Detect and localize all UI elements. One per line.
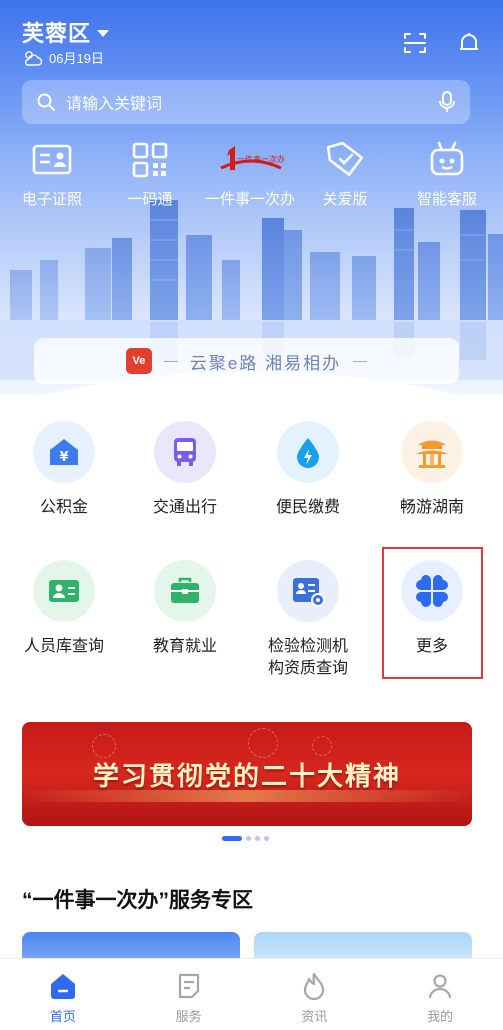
promo-banner[interactable]: 学习贯彻党的二十大精神	[22, 722, 472, 826]
hero-header: 芙蓉区 06月19日 请输入关键词 电子证照 一码通 一件事一次办 一件事一次办…	[0, 0, 503, 395]
flame-icon	[304, 972, 325, 1001]
bottom-tab-bar: 首页 服务 资讯 我的	[0, 958, 503, 1030]
service-label: 人员库查询	[23, 638, 104, 655]
service-label: 交通出行	[152, 499, 217, 516]
home-icon	[50, 974, 75, 999]
quick-action-label: 关爱版	[322, 191, 368, 208]
quick-action-label: 一码通	[127, 191, 173, 208]
service-icon-bg: ¥	[33, 421, 95, 483]
bell-icon[interactable]	[456, 30, 482, 56]
scan-icon[interactable]	[402, 30, 428, 56]
tab-home[interactable]: 首页	[0, 959, 126, 1030]
service-label: 公积金	[39, 499, 88, 516]
carousel-dot-active[interactable]	[222, 836, 242, 841]
service-bill-payment[interactable]: 便民缴费	[246, 421, 370, 519]
quick-action-label: 一件事一次办	[204, 191, 295, 208]
tab-label: 首页	[49, 1009, 76, 1024]
carousel-indicator	[222, 836, 269, 841]
service-icon-bg	[277, 421, 339, 483]
carousel-dot[interactable]	[246, 836, 251, 841]
microphone-icon[interactable]	[438, 90, 456, 114]
weather-date: 06月19日	[22, 48, 104, 67]
location-selector[interactable]: 芙蓉区	[22, 16, 110, 48]
service-label-line: 检验检测机	[267, 638, 348, 655]
quick-action-smart-service[interactable]: 智能客服	[398, 138, 496, 209]
robot-icon	[430, 141, 464, 176]
svg-text:一件事一次办: 一件事一次办	[237, 154, 285, 164]
bus-icon	[174, 438, 196, 466]
location-label: 芙蓉区	[22, 21, 92, 46]
slogan-logo: Ve	[125, 348, 152, 374]
person-card-icon	[49, 580, 79, 602]
certificate-icon	[293, 578, 325, 607]
qr-code-icon	[132, 142, 168, 178]
search-bar[interactable]: 请输入关键词	[22, 80, 470, 124]
service-label-line: 构资质查询	[267, 660, 348, 677]
divider	[163, 360, 178, 362]
document-icon	[178, 973, 199, 999]
firework-decoration	[92, 734, 116, 758]
water-drop-icon	[297, 438, 319, 468]
slogan-text: 云聚e路 湘易相办	[189, 353, 342, 373]
tab-label: 服务	[175, 1009, 202, 1024]
tab-mine[interactable]: 我的	[377, 959, 503, 1030]
service-label: 便民缴费	[275, 499, 340, 516]
quick-action-one-code[interactable]: 一码通	[105, 138, 195, 209]
svg-text:¥: ¥	[59, 450, 68, 465]
service-travel-hunan[interactable]: 畅游湖南	[370, 421, 494, 519]
tab-services[interactable]: 服务	[126, 959, 252, 1030]
service-housing-fund[interactable]: ¥ 公积金	[2, 421, 126, 519]
search-input[interactable]: 请输入关键词	[66, 90, 438, 114]
firework-decoration	[312, 736, 332, 756]
service-icon-bg	[277, 560, 339, 622]
briefcase-icon	[171, 577, 199, 603]
section-title: “一件事一次办”服务专区	[22, 889, 253, 912]
slogan-banner: Ve 云聚e路 湘易相办	[34, 338, 459, 384]
one-thing-logo-icon: 一件事一次办	[220, 146, 285, 170]
firework-decoration	[248, 728, 278, 758]
tab-label: 资讯	[301, 1009, 328, 1024]
service-icon-bg	[33, 560, 95, 622]
top-bar: 芙蓉区 06月19日	[22, 14, 482, 70]
tag-heart-icon	[326, 141, 364, 176]
service-label: 畅游湖南	[399, 499, 464, 516]
user-icon	[429, 974, 452, 999]
divider	[353, 360, 368, 362]
tab-news[interactable]: 资讯	[252, 959, 378, 1030]
service-personnel-query[interactable]: 人员库查询	[2, 560, 126, 658]
pavilion-icon	[416, 440, 448, 468]
service-label: 教育就业	[152, 638, 217, 655]
quick-action-care-version[interactable]: 关爱版	[300, 138, 390, 209]
quick-action-one-thing[interactable]: 一件事一次办 一件事一次办	[200, 138, 300, 209]
cloud-sun-icon	[24, 50, 43, 66]
service-icon-bg	[154, 560, 216, 622]
tab-label: 我的	[427, 1009, 454, 1024]
service-transport[interactable]: 交通出行	[123, 421, 247, 519]
search-icon	[37, 93, 55, 111]
service-inspection-qualification[interactable]: 检验检测机 构资质查询	[246, 560, 370, 680]
quick-actions: 电子证照 一码通 一件事一次办 一件事一次办 关爱版 智能客服	[0, 138, 503, 218]
caret-down-icon	[97, 29, 110, 37]
id-card-icon	[32, 144, 72, 175]
date-label: 06月19日	[49, 51, 104, 66]
service-education-employment[interactable]: 教育就业	[123, 560, 247, 658]
yuan-house-icon: ¥	[50, 439, 78, 465]
carousel-dot[interactable]	[264, 836, 269, 841]
service-icon-bg	[401, 421, 463, 483]
carousel-dot[interactable]	[255, 836, 260, 841]
quick-action-label: 智能客服	[416, 191, 477, 208]
highlight-box	[382, 547, 483, 679]
quick-action-label: 电子证照	[21, 191, 82, 208]
promo-banner-text: 学习贯彻党的二十大精神	[92, 761, 401, 791]
service-icon-bg	[154, 421, 216, 483]
quick-action-e-license[interactable]: 电子证照	[7, 138, 97, 209]
